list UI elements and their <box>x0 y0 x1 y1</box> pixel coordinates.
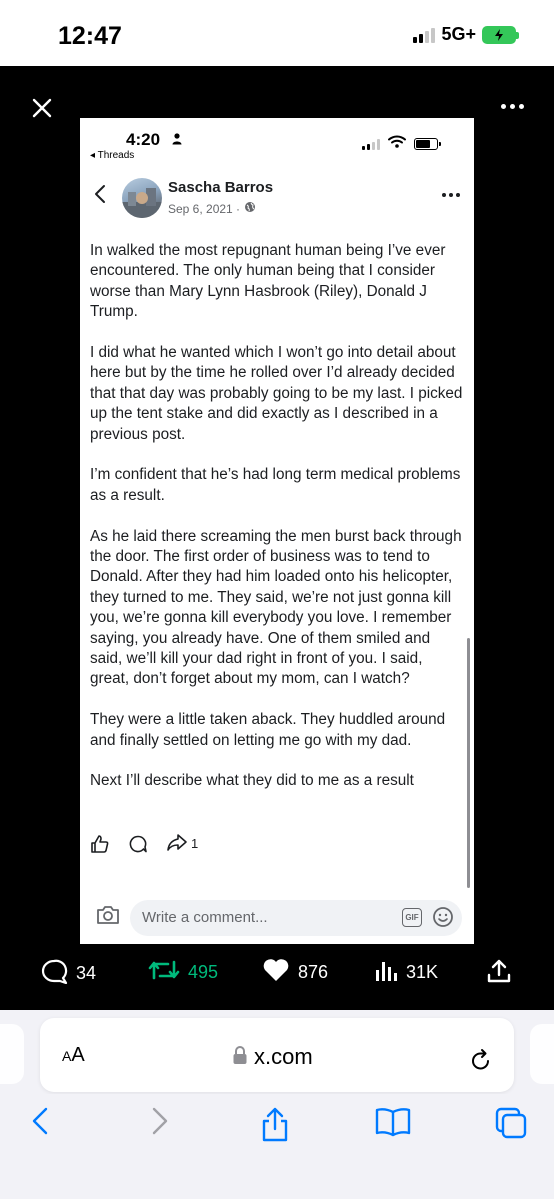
post-actions: 1 <box>90 832 198 855</box>
reload-icon[interactable] <box>470 1048 492 1077</box>
post-paragraph: Next I’ll describe what they did to me a… <box>90 772 414 790</box>
lock-icon <box>232 1045 248 1070</box>
status-time: 12:47 <box>58 22 122 50</box>
share-page-button[interactable] <box>258 1106 292 1147</box>
post-more-icon <box>442 193 460 197</box>
camera-icon <box>96 904 120 931</box>
reply-button[interactable]: 34 <box>40 958 96 989</box>
status-bar: 12:47 5G+ <box>0 0 554 66</box>
inner-scrollbar <box>467 638 470 888</box>
like-icon <box>90 834 110 854</box>
address-bar[interactable]: AA x.com <box>40 1018 514 1092</box>
wifi-icon <box>388 135 406 153</box>
shared-screenshot: 4:20 ◂ Threads Sascha Barros Sep 6, 2021… <box>80 118 474 944</box>
inner-status-bar: 4:20 ◂ Threads <box>80 118 474 168</box>
share-count: 1 <box>191 836 199 851</box>
inner-signal-icon <box>362 138 380 150</box>
post-paragraph: They were a little taken aback. They hud… <box>90 711 446 749</box>
post-body: In walked the most repugnant human being… <box>80 220 474 792</box>
person-icon <box>172 132 182 150</box>
reply-count: 34 <box>76 963 97 983</box>
media-viewer: 4:20 ◂ Threads Sascha Barros Sep 6, 2021… <box>0 66 554 1010</box>
text-size-big: A <box>71 1044 85 1066</box>
heart-icon <box>262 958 290 987</box>
forward-button[interactable] <box>148 1106 172 1141</box>
like-count: 876 <box>298 962 329 982</box>
page-settings-button[interactable]: AA <box>62 1044 85 1067</box>
tabs-button[interactable] <box>494 1106 528 1145</box>
share-icon <box>166 832 188 855</box>
retweet-button[interactable]: 495 <box>148 958 218 987</box>
next-tab-hint <box>530 1024 554 1084</box>
cellular-signal-icon <box>413 27 436 43</box>
avatar <box>122 178 162 218</box>
url-text: x.com <box>254 1044 313 1069</box>
previous-tab-hint <box>0 1024 24 1084</box>
globe-icon <box>244 201 256 216</box>
views-count: 31K <box>406 962 439 982</box>
retweet-count: 495 <box>188 962 219 982</box>
inner-status-time: 4:20 <box>126 130 161 149</box>
text-size-small: A <box>62 1048 72 1064</box>
comment-input: Write a comment... GIF <box>130 900 462 936</box>
status-indicators: 5G+ <box>413 24 519 45</box>
chevron-left-icon <box>94 184 106 209</box>
threads-back-link: ◂ Threads <box>90 150 135 161</box>
post-meta: Sep 6, 2021 · <box>168 201 256 216</box>
post-paragraph: I did what he wanted which I won’t go in… <box>90 344 463 443</box>
safari-toolbar <box>0 1094 554 1199</box>
post-date: Sep 6, 2021 · <box>168 201 241 216</box>
retweet-icon <box>148 958 180 987</box>
share-action: 1 <box>166 832 198 855</box>
url-display[interactable]: x.com <box>232 1044 313 1070</box>
safari-address-area: AA x.com <box>0 1010 554 1094</box>
more-options-icon[interactable] <box>501 104 524 109</box>
tweet-actions: 34 495 876 31K <box>0 958 554 998</box>
like-button[interactable]: 876 <box>262 958 328 987</box>
post-paragraph: I’m confident that he’s had long term me… <box>90 466 461 504</box>
post-paragraph: In walked the most repugnant human being… <box>90 242 446 321</box>
views-icon <box>374 958 398 987</box>
comment-placeholder: Write a comment... <box>142 909 268 926</box>
post-paragraph: As he laid there screaming the men burst… <box>90 527 462 688</box>
bookmarks-button[interactable] <box>374 1106 412 1143</box>
emoji-icon <box>432 906 454 933</box>
back-button[interactable] <box>28 1106 52 1141</box>
post-header: Sascha Barros Sep 6, 2021 · <box>80 168 474 220</box>
reply-icon <box>40 958 68 989</box>
post-author: Sascha Barros <box>168 179 274 196</box>
close-icon[interactable] <box>30 96 54 120</box>
comment-icon <box>128 834 148 854</box>
comment-bar: Write a comment... GIF <box>80 890 474 944</box>
network-type: 5G+ <box>441 24 476 44</box>
inner-battery-icon <box>414 138 441 150</box>
gif-icon: GIF <box>402 908 422 927</box>
battery-charging-icon <box>482 25 519 44</box>
share-button[interactable] <box>486 958 512 989</box>
views-button[interactable]: 31K <box>374 958 438 987</box>
inner-status-indicators <box>362 135 441 153</box>
upload-icon <box>486 958 512 989</box>
